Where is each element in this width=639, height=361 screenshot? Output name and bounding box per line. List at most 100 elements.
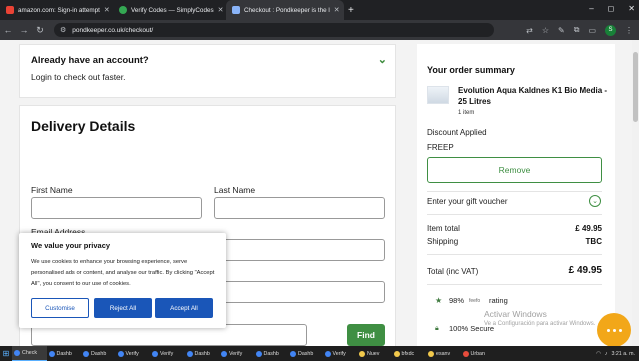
forward-icon[interactable]: →	[16, 25, 32, 35]
taskbar-item[interactable]: Urban	[461, 346, 496, 361]
back-icon[interactable]: ←	[0, 25, 16, 35]
chrome-icon	[221, 350, 227, 357]
privacy-text: We use cookies to enhance your browsing …	[31, 259, 215, 287]
item-total-label: Item total	[427, 224, 460, 233]
new-tab-button[interactable]: +	[348, 5, 354, 16]
simplycodes-icon	[119, 6, 127, 14]
close-window-icon[interactable]: ✕	[628, 4, 635, 13]
taskbar-item[interactable]: Verify	[116, 346, 151, 361]
folder-icon	[428, 350, 434, 357]
site-info-icon[interactable]: ⚙	[60, 26, 66, 34]
profile-avatar[interactable]: S	[605, 24, 616, 36]
taskbar-item[interactable]: Nuev	[357, 346, 392, 361]
taskbar-item[interactable]: bfxdc	[392, 346, 427, 361]
browser-toolbar: ← → ↻ ⚙ pondkeeper.co.uk/checkout/ ⇄ ☆ ✎…	[0, 20, 639, 40]
chat-dot	[606, 328, 610, 332]
total-value: £ 49.95	[568, 265, 602, 276]
product-thumbnail	[427, 86, 449, 104]
minimize-icon[interactable]: –	[589, 4, 593, 13]
taskbar-item[interactable]: Dashb	[254, 346, 289, 361]
find-address-button[interactable]: Find	[347, 324, 385, 346]
taskbar-item[interactable]: esanv	[426, 346, 461, 361]
discount-label: Discount Applied	[427, 128, 487, 137]
privacy-popup: We value your privacy We use cookies to …	[19, 233, 226, 328]
taskbar-item[interactable]: Dashb	[185, 346, 220, 361]
customise-button[interactable]: Customise	[31, 298, 89, 318]
privacy-title: We value your privacy	[31, 241, 111, 250]
folder-icon	[393, 350, 400, 357]
gift-voucher-label[interactable]: Enter your gift voucher	[427, 197, 507, 206]
taskbar-item-label: Check	[22, 350, 38, 356]
browser-tab-checkout[interactable]: Checkout : Pondkeeper is the l ✕	[226, 0, 344, 20]
activate-windows-watermark: Activar Windows Ve a Configuración para …	[484, 309, 595, 327]
product-name: Evolution Aqua Kaldnes K1 Bio Media - 25…	[458, 86, 608, 106]
maximize-icon[interactable]: ◻	[608, 4, 615, 13]
shipping-value: TBC	[585, 237, 602, 246]
menu-icon[interactable]: ⋮	[625, 26, 633, 35]
first-name-label: First Name	[31, 185, 73, 195]
summary-title: Your order summary	[427, 65, 515, 75]
browser-tab-amazon[interactable]: amazon.com: Sign-in attempt ✕	[0, 0, 113, 20]
star-icon: ★	[435, 296, 443, 305]
chat-bubble-button[interactable]	[597, 313, 631, 347]
taskbar-item[interactable]: Dashb	[81, 346, 116, 361]
taskbar-item-label: Dashb	[298, 350, 314, 357]
scrollbar-thumb[interactable]	[633, 52, 638, 122]
close-tab-icon[interactable]: ✕	[334, 6, 340, 14]
chevron-down-icon[interactable]: ⌄	[378, 53, 387, 66]
taskbar-item-label: Dashb	[263, 350, 279, 357]
taskbar-item-label: Verify	[332, 350, 346, 357]
taskbar-item-label: esanv	[436, 350, 451, 357]
clock[interactable]: 3:21 a. m.	[611, 351, 635, 357]
taskbar-item-label: Nuev	[367, 350, 380, 357]
watermark-line2: Ve a Configuración para activar Windows.	[484, 321, 596, 327]
browser-tab-simplycodes[interactable]: Verify Codes — SimplyCodes ✕	[113, 0, 226, 20]
windows-start-icon[interactable]: ⊞	[0, 346, 12, 361]
windows-taskbar: ⊞ Check Dashb Dashb Verify Verify Dashb …	[0, 346, 639, 361]
sidebar-icon[interactable]: ▭	[588, 26, 596, 35]
login-card[interactable]: Already have an account? Login to check …	[19, 44, 396, 98]
taskbar-item-label: Verify	[229, 350, 243, 357]
taskbar-item[interactable]: Verify	[219, 346, 254, 361]
app-icon	[462, 350, 469, 357]
reload-icon[interactable]: ↻	[32, 25, 48, 36]
tab-title: Checkout : Pondkeeper is the l	[244, 6, 330, 14]
taskbar-item[interactable]: Verify	[323, 346, 358, 361]
last-name-field[interactable]	[214, 197, 385, 219]
taskbar-item-label: Dashb	[194, 350, 210, 357]
chrome-icon	[255, 350, 262, 357]
delivery-title: Delivery Details	[31, 118, 136, 134]
taskbar-item-label: Verify	[125, 350, 139, 357]
chrome-icon	[186, 350, 193, 357]
chrome-icon	[117, 350, 124, 357]
toolbar-actions: ⇄ ☆ ✎ ⧉ ▭ S ⋮	[526, 24, 639, 36]
taskbar-item-label: bfxdc	[401, 350, 415, 357]
first-name-field[interactable]	[31, 197, 202, 219]
close-tab-icon[interactable]: ✕	[218, 6, 224, 14]
remove-discount-button[interactable]: Remove	[427, 157, 602, 183]
taskbar-item[interactable]: Dashb	[47, 346, 82, 361]
pondkeeper-icon	[232, 6, 240, 14]
address-bar[interactable]: ⚙ pondkeeper.co.uk/checkout/	[54, 23, 494, 37]
shipping-label: Shipping	[427, 237, 459, 246]
total-label: Total (inc VAT)	[427, 267, 479, 276]
extensions-puzzle-icon[interactable]: ⧉	[574, 25, 580, 35]
chrome-icon	[290, 350, 296, 357]
taskbar-item[interactable]: Dashb	[288, 346, 323, 361]
translate-icon[interactable]: ⇄	[526, 26, 533, 35]
divider	[427, 214, 602, 215]
accept-all-button[interactable]: Accept All	[155, 298, 213, 318]
wifi-icon[interactable]: ◠	[596, 351, 601, 357]
item-total-value: £ 49.95	[575, 224, 602, 233]
reject-all-button[interactable]: Reject All	[94, 298, 152, 318]
chevron-down-icon[interactable]: ⌄	[589, 195, 601, 207]
extension-icon[interactable]: ✎	[558, 26, 565, 35]
taskbar-item[interactable]: Check	[12, 346, 47, 361]
taskbar-item[interactable]: Verify	[150, 346, 185, 361]
bookmark-star-icon[interactable]: ☆	[542, 26, 549, 35]
volume-icon[interactable]: ♪	[605, 351, 608, 357]
close-tab-icon[interactable]: ✕	[104, 6, 110, 14]
rating-label: rating	[489, 296, 508, 305]
lock-icon: 🔒︎	[435, 325, 439, 332]
taskbar-item-label: Dashb	[56, 350, 72, 357]
